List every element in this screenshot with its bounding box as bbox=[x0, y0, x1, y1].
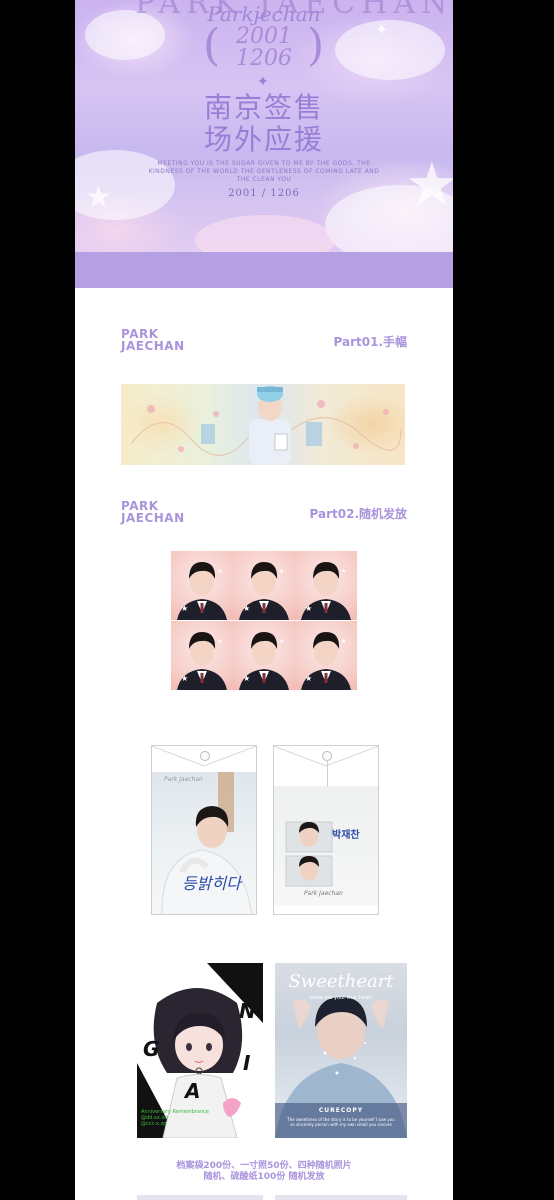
card-subtitle: show me your true heart bbox=[309, 995, 373, 1001]
id-photo-portraits: ★ ★ bbox=[177, 562, 351, 690]
card-note: Anniversary Remembrance @dd.xx.dd @ccc-x… bbox=[141, 1109, 209, 1127]
illustration-card-left: A N G I A Anniversary Remembrance @dd.xx… bbox=[137, 963, 263, 1138]
header-banner: ★ ★ ✦ PARK JAECHAN Parkjechan ( ) 2001 1… bbox=[75, 0, 453, 252]
brand-line2: JAECHAN bbox=[121, 339, 185, 353]
banner-title-line2: 场外应援 bbox=[203, 123, 324, 156]
envelope-photo: Park Jaechan 등밝히다 bbox=[152, 772, 256, 914]
hand-banner-illustration bbox=[130, 386, 402, 465]
banner-script-name: Parkjechan bbox=[207, 2, 321, 26]
photo-envelope-left: Park Jaechan 등밝히다 bbox=[151, 745, 257, 915]
card-letter: G bbox=[143, 1037, 160, 1061]
next-card-peek bbox=[275, 1195, 407, 1200]
part-label: Part02.随机发放 bbox=[309, 507, 407, 521]
star-icon: ★ bbox=[405, 150, 453, 220]
sparkle-icon: ✦ bbox=[257, 74, 269, 90]
section-header-part01: PARK JAECHAN Part01.手幅 bbox=[121, 328, 407, 356]
brand-logo: PARK JAECHAN bbox=[121, 328, 185, 352]
envelope-hangul-name: 박재찬 bbox=[332, 830, 360, 841]
lilac-divider bbox=[75, 252, 453, 288]
part-label: Part01.手幅 bbox=[333, 335, 407, 349]
photo-envelope-right: 박재찬 Park Jaechan bbox=[273, 745, 379, 915]
photo-card-right: Sweetheart show me your true heart CUREC… bbox=[275, 963, 407, 1138]
banner-tagline: MEETING YOU IS THE SUGAR GIVEN TO ME BY … bbox=[148, 160, 380, 183]
brand-logo: PARK JAECHAN bbox=[121, 500, 185, 524]
card-letter: A bbox=[147, 965, 163, 989]
section-header-part02: PARK JAECHAN Part02.随机发放 bbox=[121, 500, 407, 528]
bottom-caption-line1: 档案袋200份、一寸照50份、四种随机照片 bbox=[176, 1161, 352, 1171]
envelope-clasp-icon bbox=[200, 751, 210, 761]
banner-title: 南京签售 场外应援 bbox=[75, 92, 453, 156]
card-title: Sweetheart bbox=[288, 971, 394, 992]
bottom-caption-line2: 随机、硫酸纸100份 随机发放 bbox=[203, 1172, 325, 1182]
card-letter: I bbox=[243, 1051, 251, 1075]
banner-title-line1: 南京签售 bbox=[203, 91, 324, 124]
next-card-peek bbox=[137, 1195, 263, 1200]
envelope-signature: Park Jaechan bbox=[304, 890, 343, 897]
hand-banner-image bbox=[121, 384, 405, 465]
envelope-portraits bbox=[285, 821, 333, 887]
banner-date: 2001 / 1206 bbox=[228, 188, 300, 199]
card-letter: N bbox=[239, 999, 256, 1023]
brand-line2: JAECHAN bbox=[121, 511, 185, 525]
card-note-line: @ccc-x.zg bbox=[141, 1121, 167, 1127]
id-photo-sheet: ★ ★ bbox=[171, 551, 357, 690]
card-caption-title: CURECOPY bbox=[318, 1107, 364, 1114]
page: ★ ★ ✦ PARK JAECHAN Parkjechan ( ) 2001 1… bbox=[75, 0, 453, 1200]
banner-year-bottom: 1206 bbox=[236, 46, 292, 71]
card-caption-body: The sweetness of the story is to be your… bbox=[287, 1117, 395, 1127]
card-letter: A bbox=[185, 1079, 201, 1103]
envelope-hangul-print: 등밝히다 bbox=[182, 874, 241, 893]
envelope-photo: 박재찬 Park Jaechan bbox=[274, 786, 378, 906]
